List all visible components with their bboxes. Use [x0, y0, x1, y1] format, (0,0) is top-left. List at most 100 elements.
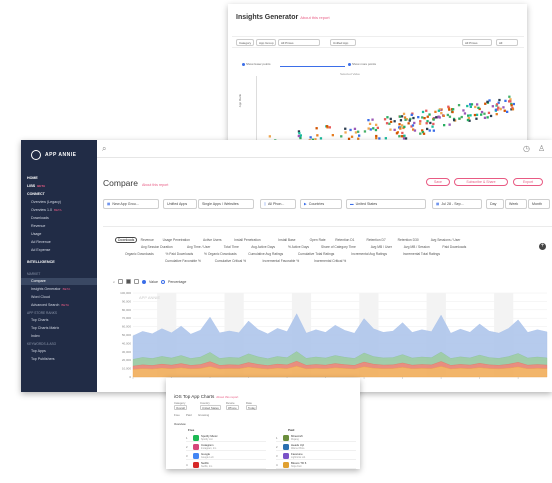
- tac-device-select[interactable]: iPhone: [226, 405, 239, 410]
- scatter-point[interactable]: [328, 126, 331, 129]
- save-button[interactable]: Save: [426, 178, 450, 186]
- scatter-point[interactable]: [401, 131, 404, 135]
- granularity-week[interactable]: Week: [505, 199, 527, 209]
- scatter-point[interactable]: [426, 115, 429, 118]
- scatter-point[interactable]: [400, 135, 404, 138]
- scatter-point[interactable]: [419, 120, 422, 123]
- scatter-point[interactable]: [268, 135, 271, 138]
- scatter-point[interactable]: [447, 105, 450, 108]
- scatter-point[interactable]: [403, 125, 406, 128]
- sidebar-item-top-charts-matrix[interactable]: Top Charts Matrix: [31, 326, 59, 330]
- scatter-point[interactable]: [495, 103, 499, 106]
- scatter-point[interactable]: [344, 131, 347, 134]
- scatter-point[interactable]: [463, 112, 467, 115]
- scatter-point[interactable]: [508, 100, 511, 103]
- sidebar-item-libs[interactable]: LIBS BETA: [27, 184, 45, 188]
- scatter-point[interactable]: [434, 110, 437, 113]
- tab--organic-downloads[interactable]: % Organic Downloads: [204, 252, 237, 256]
- scatter-point[interactable]: [309, 136, 312, 139]
- scatter-point[interactable]: [453, 119, 456, 122]
- scatter-point[interactable]: [399, 127, 402, 130]
- tab-incremental-total-ratings[interactable]: Incremental Total Ratings: [403, 252, 440, 256]
- scatter-point[interactable]: [410, 113, 413, 116]
- scatter-point[interactable]: [398, 115, 402, 118]
- scatter-point[interactable]: [451, 110, 454, 114]
- tab-active-users[interactable]: Active Users: [203, 238, 222, 242]
- scatter-point[interactable]: [350, 135, 354, 138]
- scatter-point[interactable]: [297, 134, 300, 138]
- user-icon[interactable]: ♙: [538, 144, 545, 154]
- tab-install-penetration[interactable]: Install Penetration: [234, 238, 260, 242]
- tab--paid-downloads[interactable]: % Paid Downloads: [165, 252, 193, 256]
- scatter-point[interactable]: [407, 122, 410, 125]
- subscribe-share-button[interactable]: Subscribe & Share: [454, 178, 508, 186]
- scatter-point[interactable]: [435, 116, 438, 119]
- ig-points-slider[interactable]: [280, 66, 345, 67]
- scatter-point[interactable]: [469, 105, 472, 108]
- scatter-point[interactable]: [474, 105, 477, 109]
- sidebar-item-revenue[interactable]: Revenue: [31, 224, 45, 228]
- scatter-point[interactable]: [431, 125, 434, 128]
- tac-category-select[interactable]: Overall: [174, 405, 187, 410]
- scatter-point[interactable]: [452, 108, 455, 111]
- scatter-point[interactable]: [438, 116, 441, 119]
- scatter-point[interactable]: [448, 115, 452, 118]
- scatter-point[interactable]: [462, 109, 465, 112]
- scatter-point[interactable]: [354, 131, 358, 134]
- scatter-point[interactable]: [475, 117, 478, 120]
- ig-filter-prices-2[interactable]: All Prices: [462, 39, 492, 46]
- tac-date-select[interactable]: Today: [246, 405, 258, 410]
- sidebar-item-overview-legacy[interactable]: Overview (Legacy): [31, 200, 61, 204]
- about-report-link[interactable]: About this report: [300, 15, 329, 20]
- tab-cumulative-favorable[interactable]: Cumulative Favorable %: [165, 259, 201, 263]
- tab--active-days[interactable]: % Active Days: [288, 245, 309, 249]
- granularity-day[interactable]: Day: [486, 199, 504, 209]
- scatter-point[interactable]: [408, 119, 411, 122]
- scatter-point[interactable]: [489, 114, 493, 118]
- scatter-point[interactable]: [502, 106, 505, 109]
- scatter-point[interactable]: [473, 113, 477, 117]
- scatter-point[interactable]: [383, 118, 387, 121]
- table-row[interactable]: 3 Google Google LLC: [186, 452, 266, 460]
- scatter-point[interactable]: [375, 137, 378, 140]
- scatter-point[interactable]: [460, 115, 463, 119]
- scatter-point[interactable]: [374, 128, 378, 132]
- sidebar-item-top-apps[interactable]: Top Apps: [31, 349, 46, 353]
- scatter-point[interactable]: [340, 135, 343, 138]
- scatter-point[interactable]: [499, 108, 502, 111]
- scatter-point[interactable]: [486, 100, 489, 103]
- scatter-point[interactable]: [386, 116, 389, 119]
- sidebar-item-ad-expense[interactable]: Ad Expense: [31, 248, 50, 252]
- scatter-point[interactable]: [512, 102, 515, 106]
- scatter-point[interactable]: [368, 122, 372, 125]
- scatter-point[interactable]: [425, 109, 428, 112]
- table-row[interactable]: 1 Minecraft Mojang: [276, 434, 356, 442]
- scatter-point[interactable]: [457, 104, 461, 107]
- scatter-point[interactable]: [467, 114, 470, 117]
- tab-cumulative-total-ratings[interactable]: Cumulative Total Ratings: [298, 252, 334, 256]
- sidebar-item-ad-revenue[interactable]: Ad Revenue: [31, 240, 51, 244]
- scatter-point[interactable]: [413, 121, 416, 125]
- table-row[interactable]: 1 Spotify Music Spotify Ltd.: [186, 434, 266, 442]
- scatter-point[interactable]: [398, 123, 401, 126]
- scatter-point[interactable]: [487, 111, 491, 114]
- area-chart-toggle[interactable]: [126, 279, 132, 284]
- area-series-series-4[interactable]: [132, 313, 548, 360]
- unified-apps-toggle[interactable]: Unified Apps: [163, 199, 197, 209]
- scatter-point[interactable]: [448, 123, 451, 126]
- scatter-point[interactable]: [432, 118, 435, 121]
- ig-filter-unified[interactable]: Unified App: [330, 39, 356, 46]
- scatter-point[interactable]: [423, 117, 426, 120]
- scatter-point[interactable]: [400, 115, 404, 118]
- percentage-radio[interactable]: [160, 279, 165, 284]
- sidebar-item-index[interactable]: Index: [31, 334, 40, 338]
- tab-downloads[interactable]: Downloads: [115, 237, 138, 243]
- table-row[interactable]: 4 Bloons TD 6 Ninja Kiwi: [276, 461, 356, 469]
- scatter-point[interactable]: [494, 108, 498, 111]
- scatter-point[interactable]: [367, 127, 370, 130]
- scatter-point[interactable]: [385, 122, 389, 125]
- scatter-point[interactable]: [388, 122, 391, 125]
- scatter-point[interactable]: [402, 112, 406, 115]
- scatter-point[interactable]: [476, 103, 479, 106]
- search-icon[interactable]: ⌕: [102, 144, 106, 154]
